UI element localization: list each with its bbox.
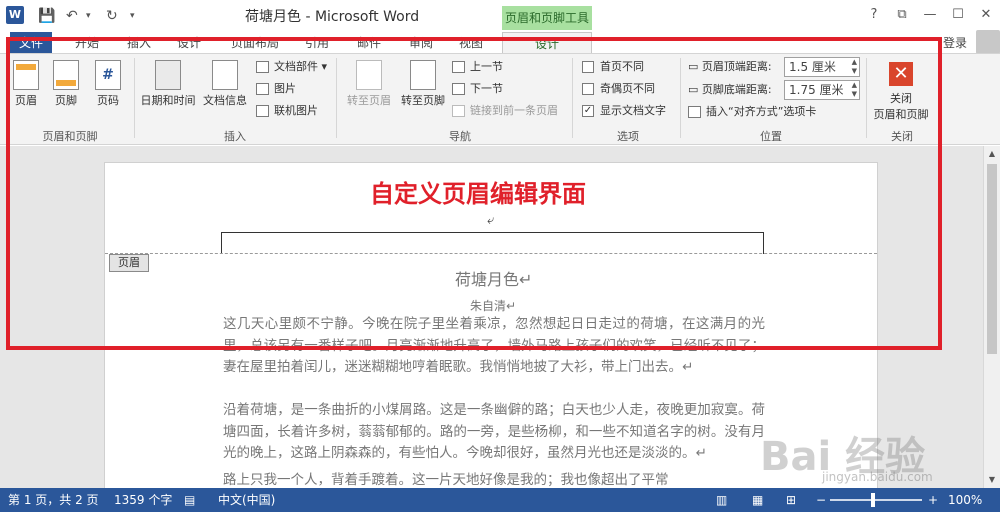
title-bar: W 💾 ↶ ▾ ↻ ▾ 荷塘月色 - Microsoft Word 页眉和页脚工… [0, 0, 1000, 32]
highlight-box [6, 37, 942, 350]
zoom-in-button[interactable]: + [928, 488, 938, 512]
scroll-up-icon[interactable]: ▲ [986, 148, 998, 160]
print-layout-icon[interactable]: ▦ [752, 488, 763, 512]
redo-icon[interactable]: ↻ [106, 6, 118, 26]
vertical-scrollbar[interactable]: ▲ ▼ [983, 146, 1000, 488]
zoom-slider-thumb[interactable] [871, 493, 875, 507]
word-app-icon[interactable]: W [6, 6, 24, 24]
zoom-slider[interactable] [830, 499, 922, 501]
page-count[interactable]: 第 1 页，共 2 页 [8, 488, 99, 512]
window-title: 荷塘月色 - Microsoft Word [245, 9, 420, 25]
undo-dropdown-icon[interactable]: ▾ [86, 6, 91, 26]
context-tab-group-label: 页眉和页脚工具 [502, 6, 592, 30]
watermark-url: jingyan.baidu.com [822, 470, 933, 484]
avatar[interactable] [976, 30, 1000, 54]
word-count[interactable]: 1359 个字 [114, 488, 172, 512]
status-bar: 第 1 页，共 2 页 1359 个字 ▤ 中文(中国) ▥ ▦ ⊞ − + 1… [0, 488, 1000, 512]
zoom-out-button[interactable]: − [816, 488, 826, 512]
minimize-button[interactable]: — [918, 5, 942, 25]
ribbon-display-icon[interactable]: ⧉ [890, 5, 914, 25]
save-icon[interactable]: 💾 [38, 6, 55, 26]
maximize-button[interactable]: ☐ [946, 5, 970, 25]
zoom-level[interactable]: 100% [948, 488, 982, 512]
scroll-thumb[interactable] [987, 164, 997, 354]
read-mode-icon[interactable]: ▥ [716, 488, 727, 512]
scroll-down-icon[interactable]: ▼ [986, 474, 998, 486]
login-link[interactable]: 登录 [943, 32, 967, 54]
help-icon[interactable]: ? [862, 5, 886, 25]
web-layout-icon[interactable]: ⊞ [786, 488, 796, 512]
close-window-button[interactable]: ✕ [974, 5, 998, 25]
proofing-icon[interactable]: ▤ [184, 488, 195, 512]
customize-qat-icon[interactable]: ▾ [130, 6, 135, 26]
undo-icon[interactable]: ↶ [66, 6, 78, 26]
document-paragraph[interactable]: 路上只我一个人，背着手踱着。这一片天地好像是我的；我也像超出了平常 [223, 470, 765, 490]
language[interactable]: 中文(中国) [218, 488, 275, 512]
